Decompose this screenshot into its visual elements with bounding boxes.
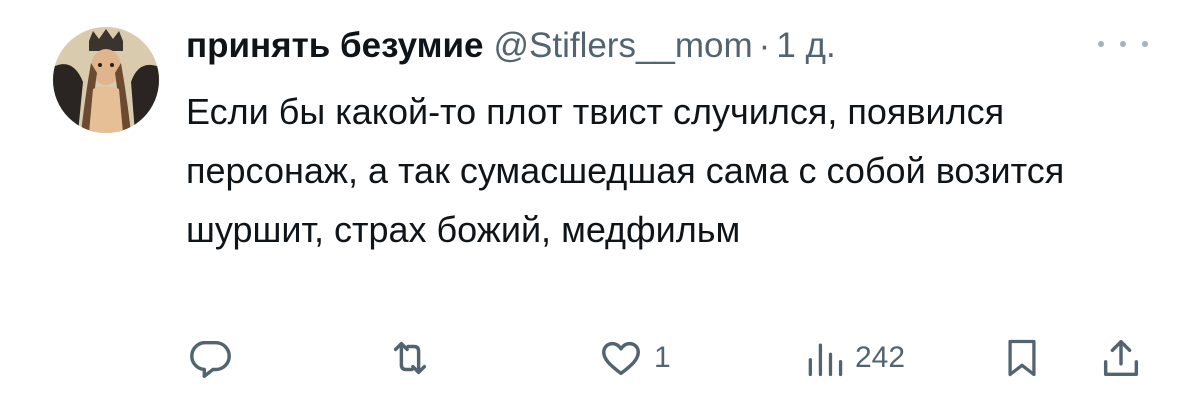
bookmark-button[interactable] [1000,330,1044,386]
views-icon [808,343,843,377]
share-button[interactable] [1098,330,1144,386]
tweet-text: Если бы какой-то плот твист случился, по… [186,91,1065,250]
bookmark-icon [1008,339,1036,377]
display-name[interactable]: принять безумие [186,22,483,70]
views-button[interactable]: 242 [803,330,905,386]
reply-icon [190,340,231,378]
like-button[interactable]: 1 [596,330,671,386]
retweet-button[interactable] [385,330,435,386]
more-options-icon[interactable] [1098,34,1148,54]
views-count: 242 [855,341,906,374]
heart-icon [602,341,640,376]
timestamp[interactable]: 1 д. [776,22,835,70]
share-icon [1103,339,1139,377]
avatar-image [53,27,159,133]
separator-dot: · [758,26,771,65]
reply-button[interactable] [188,330,234,386]
like-count: 1 [654,341,671,374]
tweet-header: принять безумие @Stiflers__mom · 1 д. [186,22,836,70]
user-handle[interactable]: @Stiflers__mom [493,22,752,70]
retweet-icon [393,341,427,375]
avatar[interactable] [53,27,159,133]
